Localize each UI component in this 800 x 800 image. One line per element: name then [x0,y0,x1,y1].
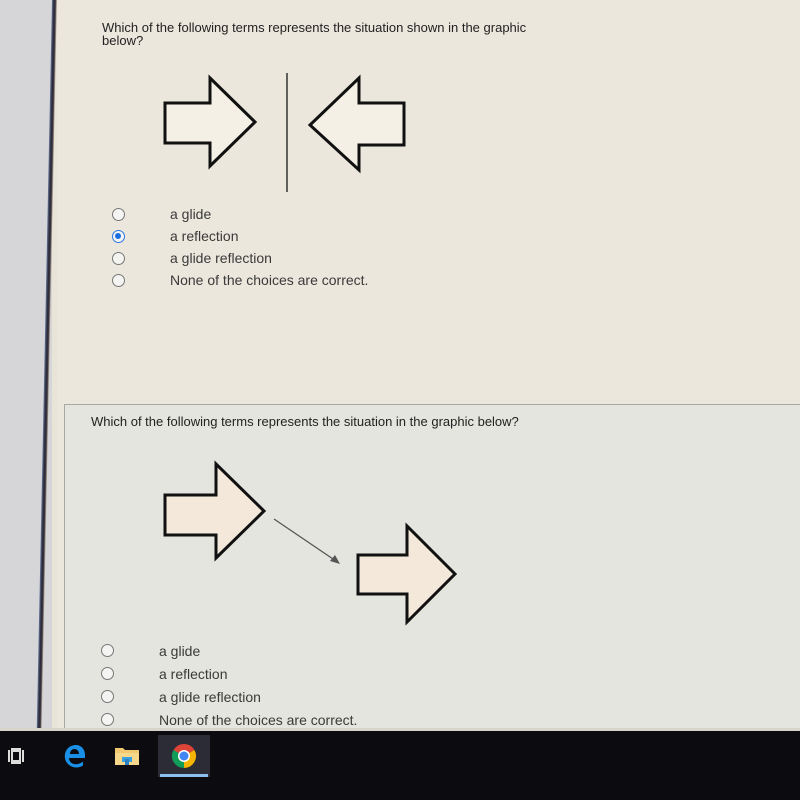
radio-button[interactable] [101,690,114,703]
answer-options: a glide a reflection a glide reflection … [101,639,357,731]
taskbar-file-explorer[interactable] [103,735,151,777]
option-a-glide-reflection[interactable]: a glide reflection [101,685,357,708]
translation-vector-line [273,518,337,562]
option-a-reflection[interactable]: a reflection [101,662,357,685]
option-a-glide[interactable]: a glide [112,203,368,225]
question-graphic-reflection [163,73,406,192]
radio-button[interactable] [112,207,125,221]
radio-button[interactable] [112,273,125,287]
radio-button-selected[interactable] [112,229,125,243]
option-label: a glide reflection [170,250,272,266]
taskbar [0,728,800,800]
option-label: None of the choices are correct. [170,272,369,288]
edge-icon [64,745,85,768]
option-a-glide[interactable]: a glide [101,639,357,662]
original-arrow [163,460,267,562]
translation-vector-head [330,555,340,564]
taskbar-chrome[interactable] [158,735,210,777]
option-label: a glide [159,642,201,659]
question-2: Which of the following terms represents … [64,404,800,746]
radio-button[interactable] [112,251,125,265]
answer-options: a glide a reflection a glide reflection … [112,203,368,291]
option-a-glide-reflection[interactable]: a glide reflection [112,247,368,269]
taskbar-task-view[interactable] [0,735,32,777]
left-pointing-arrow [307,74,406,174]
option-a-reflection[interactable]: a reflection [112,225,368,247]
right-pointing-arrow [163,74,258,170]
question-text: Which of the following terms represents … [102,20,527,48]
question-text: Which of the following terms represents … [91,414,519,429]
folder-icon [115,748,139,765]
translated-arrow [356,522,458,626]
question-graphic-translation [163,460,458,626]
option-label: a glide reflection [159,688,261,705]
option-label: None of the choices are correct. [159,711,358,728]
quiz-content: Which of the following terms represents … [57,0,800,746]
option-label: a glide [170,206,212,222]
option-none-correct[interactable]: None of the choices are correct. [112,269,368,291]
option-label: a reflection [170,228,239,244]
taskbar-edge[interactable] [50,735,98,777]
radio-button[interactable] [101,667,114,680]
option-label: a reflection [159,665,228,682]
chrome-icon [171,744,197,768]
radio-button[interactable] [101,713,114,726]
radio-button[interactable] [101,644,114,657]
question-1: Which of the following terms represents … [57,0,800,402]
task-view-icon [8,748,24,764]
